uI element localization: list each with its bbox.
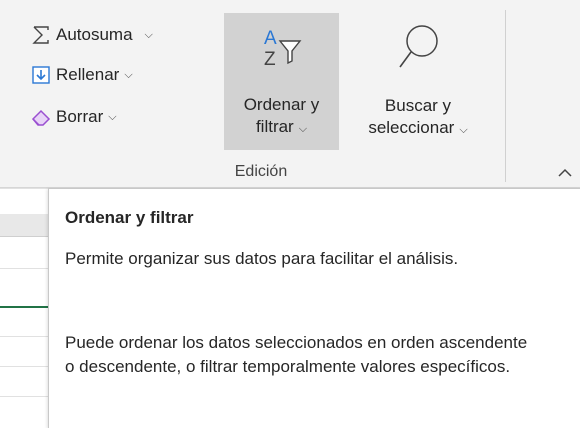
selection-border [0,306,48,308]
sort-filter-button[interactable]: A Z Ordenar y filtrar ⌵ [224,13,339,150]
ribbon-home-tab: Autosuma ⌵ Rellenar ⌵ Borrar ⌵ A Z Orden… [0,0,580,187]
clear-label: Borrar [56,107,104,126]
sort-filter-tooltip: Ordenar y filtrar Permite organizar sus … [48,188,580,428]
find-select-label-2: seleccionar ⌵ [368,118,468,137]
tooltip-paragraph-2: Puede ordenar los datos seleccionados en… [65,333,528,376]
autosum-label: Autosuma [56,25,133,44]
svg-text:A: A [264,28,277,49]
grid-line [0,366,48,367]
worksheet-area[interactable] [0,188,48,427]
autosum-button[interactable]: Autosuma ⌵ [30,24,153,46]
grid-line [0,268,48,269]
fill-down-icon [30,64,52,86]
fill-label: Rellenar [56,65,120,84]
chevron-down-icon[interactable]: ⌵ [145,29,153,42]
group-separator [505,10,506,182]
tooltip-title: Ordenar y filtrar [65,208,194,227]
grid-line [0,396,48,397]
chevron-down-icon: ⌵ [459,124,468,136]
find-select-label-1: Buscar y [384,96,452,115]
chevron-down-icon[interactable]: ⌵ [124,69,132,82]
editing-group-label: Edición [234,163,288,180]
sigma-icon [30,24,52,46]
column-header [0,214,48,237]
chevron-down-icon: ⌵ [298,123,308,135]
clear-button[interactable]: Borrar ⌵ [30,106,117,128]
grid-line [0,336,48,337]
sort-az-filter-icon: A Z [258,23,306,73]
grid-line [0,188,48,189]
sort-filter-label-1: Ordenar y [243,95,320,114]
tooltip-paragraph-1: Permite organizar sus datos para facilit… [65,249,459,268]
eraser-icon [30,106,52,128]
magnifier-icon [388,21,448,73]
chevron-down-icon[interactable]: ⌵ [108,111,116,124]
find-select-button[interactable]: Buscar y seleccionar ⌵ [343,13,493,150]
svg-text:Z: Z [264,49,276,70]
collapse-ribbon-icon[interactable] [556,164,574,182]
fill-button[interactable]: Rellenar ⌵ [30,64,133,86]
sort-filter-label-2: filtrar ⌵ [255,117,308,136]
